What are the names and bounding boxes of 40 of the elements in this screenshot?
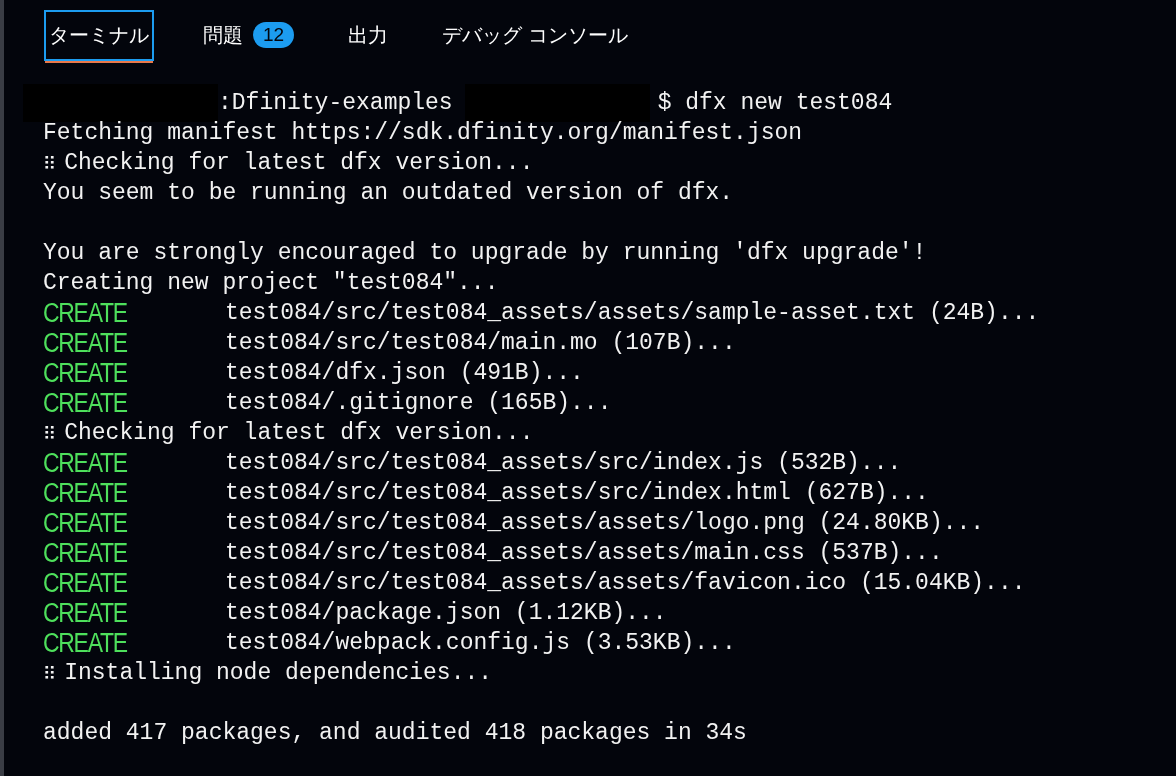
- panel-tab[interactable]: 出力: [343, 9, 394, 61]
- output-line: Creating new project "test084"...: [43, 269, 499, 298]
- spinner-icon: ⠿: [43, 662, 57, 684]
- create-label: CREATE: [43, 478, 128, 508]
- output-line: You seem to be running an outdated version of dfx.: [43, 179, 734, 208]
- spinner-icon: ⠿: [43, 422, 57, 444]
- file-path: test084/.gitignore (165B)...: [225, 389, 612, 418]
- panel-tab[interactable]: ターミナル: [44, 9, 154, 61]
- file-path: test084/dfx.json (491B)...: [225, 359, 584, 388]
- output-line: Fetching manifest https://sdk.dfinity.org/manifest.json: [43, 119, 803, 148]
- create-label: CREATE: [43, 508, 128, 538]
- output-line: Checking for latest dfx version...: [64, 419, 534, 448]
- create-label: CREATE: [43, 328, 128, 358]
- create-label: CREATE: [43, 538, 128, 568]
- create-label: CREATE: [43, 448, 128, 478]
- panel-tab[interactable]: デバッグ コンソール: [437, 9, 634, 61]
- file-path: test084/webpack.config.js (3.53KB)...: [225, 629, 736, 658]
- file-path: test084/src/test084_assets/assets/sample-asset.txt (24B)...: [225, 299, 1040, 328]
- command-text: $ dfx new test084: [657, 89, 893, 118]
- create-label: CREATE: [43, 598, 128, 628]
- output-line: added 417 packages, and audited 418 packages in 34s: [43, 719, 747, 748]
- file-path: test084/src/test084_assets/assets/favicon.ico (15.04KB)...: [225, 569, 1026, 598]
- output-line: You are strongly encouraged to upgrade by running 'dfx upgrade'!: [43, 239, 927, 268]
- file-path: test084/package.json (1.12KB)...: [225, 599, 667, 628]
- prompt-path: :Dfinity-examples: [218, 89, 453, 118]
- file-path: test084/src/test084/main.mo (107B)...: [225, 329, 736, 358]
- create-label: CREATE: [43, 568, 128, 598]
- file-path: test084/src/test084_assets/src/index.js (532B)...: [225, 449, 902, 478]
- output-line: Checking for latest dfx version...: [64, 149, 534, 178]
- create-label: CREATE: [43, 358, 128, 388]
- file-path: test084/src/test084_assets/assets/main.css (537B)...: [225, 539, 943, 568]
- create-label: CREATE: [43, 388, 128, 418]
- file-path: test084/src/test084_assets/assets/logo.png (24.80KB)...: [225, 509, 985, 538]
- spinner-icon: ⠿: [43, 152, 57, 174]
- panel-tab[interactable]: 問題 12: [198, 9, 300, 61]
- count-badge: 12: [253, 22, 295, 48]
- create-label: CREATE: [43, 628, 128, 658]
- file-path: test084/src/test084_assets/src/index.html (627B)...: [225, 479, 929, 508]
- create-label: CREATE: [43, 298, 128, 328]
- output-line: Installing node dependencies...: [64, 659, 493, 688]
